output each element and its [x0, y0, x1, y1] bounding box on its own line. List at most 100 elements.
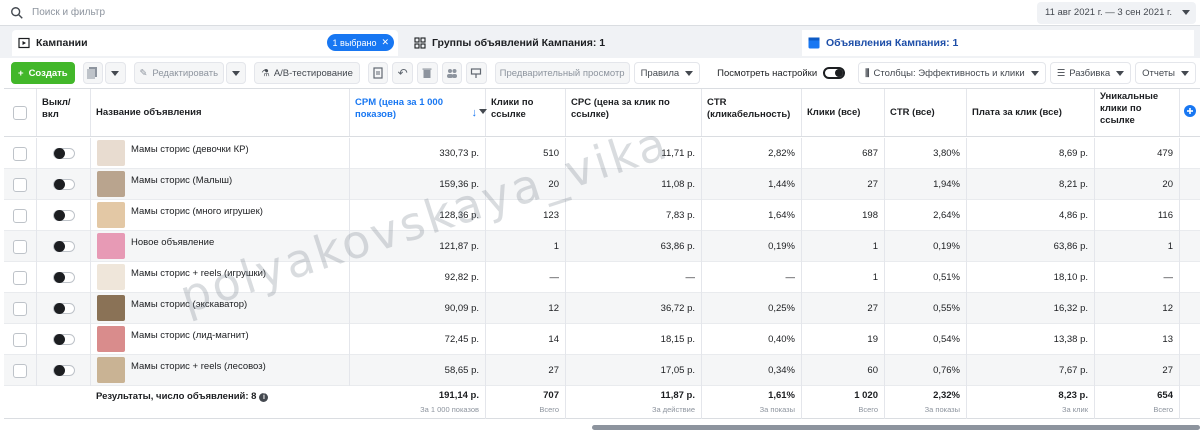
delete-button[interactable]	[416, 62, 438, 84]
columns-button[interactable]: ⫼ Столбцы: Эффективность и клики	[858, 62, 1046, 84]
close-icon[interactable]: ✕	[381, 37, 389, 48]
tab-campaigns[interactable]: Кампании 1 выбрано ✕	[12, 30, 398, 56]
edit-button-label: Редактировать	[152, 67, 219, 79]
row-checkbox[interactable]	[13, 270, 27, 285]
preview-button[interactable]: Предварительный просмотр	[494, 62, 630, 84]
ad-name-cell[interactable]: Новое объявление	[91, 231, 350, 262]
ad-status-toggle[interactable]	[52, 303, 75, 314]
header-unique-clicks[interactable]: Уникальные клики по ссылке	[1095, 89, 1180, 136]
header-ctr-all[interactable]: CTR (все)	[885, 89, 967, 136]
cell-cpc: 36,72 р.	[566, 293, 702, 324]
audience-button[interactable]	[441, 62, 463, 84]
ad-name-cell[interactable]: Мамы сторис (лид-магнит)	[91, 324, 350, 355]
cell-ctr-all: 0,54%	[885, 324, 967, 355]
tab-adsets[interactable]: Группы объявлений Кампания: 1	[404, 30, 796, 56]
date-range-picker[interactable]: 11 авг 2021 г. — 3 сен 2021 г.	[1037, 1, 1196, 24]
sort-desc-icon[interactable]: ↓	[472, 107, 478, 119]
row-checkbox[interactable]	[13, 208, 27, 223]
row-checkbox[interactable]	[13, 363, 27, 378]
rules-button[interactable]: Правила	[633, 62, 701, 84]
ad-name-cell[interactable]: Мамы сторис (много игрушек)	[91, 200, 350, 231]
ad-status-toggle[interactable]	[52, 210, 75, 221]
header-cost-per-click[interactable]: Плата за клик (все)	[967, 89, 1095, 136]
total-unique-clicks-value: 654	[1157, 390, 1173, 401]
cell-clicks-all: 687	[802, 138, 885, 169]
ad-status-toggle[interactable]	[52, 334, 75, 345]
header-clicks-all[interactable]: Клики (все)	[802, 89, 885, 136]
header-ctr[interactable]: CTR (кликабельность)	[702, 89, 802, 136]
row-checkbox[interactable]	[13, 332, 27, 347]
row-checkbox[interactable]	[13, 301, 27, 316]
ad-name[interactable]: Мамы сторис (много игрушек)	[131, 206, 263, 217]
header-toggle[interactable]: Выкл/ вкл	[37, 89, 91, 136]
horizontal-scrollbar[interactable]	[592, 425, 1200, 430]
ad-status-toggle[interactable]	[52, 365, 75, 376]
selected-badge[interactable]: 1 выбрано ✕	[326, 34, 394, 51]
ad-name-cell[interactable]: Мамы сторис (девочки КР)	[91, 138, 350, 169]
selected-badge-label: 1 выбрано	[332, 37, 377, 48]
reports-button[interactable]: Отчеты	[1135, 62, 1196, 84]
table-row[interactable]: Мамы сторис (много игрушек) 128,36 р. 123 7…	[4, 200, 1200, 231]
ad-name[interactable]: Мамы сторис (девочки КР)	[131, 144, 249, 155]
cell-link-clicks: 123	[486, 200, 566, 231]
search-field[interactable]	[6, 2, 1037, 24]
ad-status-toggle[interactable]	[52, 272, 75, 283]
tag-button[interactable]	[466, 62, 487, 84]
table-row[interactable]: Мамы сторис (Малыш) 159,36 р. 20 11,08 р. 1,…	[4, 169, 1200, 200]
info-icon[interactable]: i	[259, 393, 269, 402]
cell-ctr: 0,40%	[702, 324, 802, 355]
add-column-icon[interactable]	[1182, 103, 1198, 119]
row-checkbox[interactable]	[13, 239, 27, 254]
header-ctr-all-label: CTR (все)	[890, 107, 935, 118]
table-row[interactable]: Мамы сторис + reels (лесовоз) 58,65 р. 27 1…	[4, 355, 1200, 386]
undo-button[interactable]: ↶	[392, 62, 413, 84]
create-button[interactable]: + Создать	[11, 62, 75, 84]
ad-name-cell[interactable]: Мамы сторис (экскаватор)	[91, 293, 350, 324]
table-row[interactable]: Новое объявление 121,87 р. 1 63,86 р. 0,19% 1…	[4, 231, 1200, 262]
header-cpc[interactable]: CPC (цена за клик по ссылке)	[566, 89, 702, 136]
select-all-checkbox[interactable]	[13, 106, 27, 120]
ad-name[interactable]: Мамы сторис (Малыш)	[131, 175, 232, 186]
duplicate-button[interactable]	[82, 62, 104, 84]
ad-name[interactable]: Новое объявление	[131, 237, 214, 248]
ad-name[interactable]: Мамы сторис (экскаватор)	[131, 299, 247, 310]
ad-thumbnail	[97, 171, 125, 197]
table-row[interactable]: Мамы сторис (лид-магнит) 72,45 р. 14 18,15 …	[4, 324, 1200, 355]
header-cpm[interactable]: CPM (цена за 1 000 показов) ↓	[350, 89, 487, 136]
row-toggle-cell	[37, 138, 91, 169]
header-name[interactable]: Название объявления	[91, 89, 350, 136]
edit-button[interactable]: ✎ Редактировать	[133, 62, 224, 84]
ad-name[interactable]: Мамы сторис + reels (игрушки)	[131, 268, 266, 279]
header-link-clicks[interactable]: Клики по ссылке	[486, 89, 566, 136]
ad-name-cell[interactable]: Мамы сторис + reels (игрушки)	[91, 262, 350, 293]
breakdown-button[interactable]: ☰ Разбивка	[1049, 62, 1132, 84]
edit-dropdown[interactable]	[225, 62, 247, 84]
row-checkbox[interactable]	[13, 177, 27, 192]
ad-status-toggle[interactable]	[52, 148, 75, 159]
cell-cost-per-click: 8,69 р.	[967, 138, 1095, 169]
ad-name[interactable]: Мамы сторис + reels (лесовоз)	[131, 361, 266, 372]
ad-name-cell[interactable]: Мамы сторис + reels (лесовоз)	[91, 355, 350, 386]
duplicate-dropdown[interactable]	[105, 62, 126, 84]
archive-button[interactable]	[367, 62, 389, 84]
ad-status-toggle[interactable]	[52, 179, 75, 190]
cell-clicks-all: 1	[802, 262, 885, 293]
table-row[interactable]: Мамы сторис (девочки КР) 330,73 р. 510 11,7…	[4, 138, 1200, 169]
ad-name-cell[interactable]: Мамы сторис (Малыш)	[91, 169, 350, 200]
total-link-clicks-sub: Всего	[539, 405, 559, 414]
cell-ctr-all: 0,19%	[885, 231, 967, 262]
tab-ads[interactable]: Объявления Кампания: 1	[802, 30, 1194, 56]
table-row[interactable]: Мамы сторис + reels (игрушки) 92,82 р. — — —…	[4, 262, 1200, 293]
table-row[interactable]: Мамы сторис (экскаватор) 90,09 р. 12 36,72 …	[4, 293, 1200, 324]
row-checkbox[interactable]	[13, 146, 27, 161]
search-input[interactable]	[32, 7, 632, 18]
cell-clicks-all: 198	[802, 200, 885, 231]
ab-test-button[interactable]: ⚗ A/B-тестирование	[254, 62, 360, 84]
toggle-switch[interactable]	[823, 67, 846, 79]
view-settings-toggle[interactable]: Посмотреть настройки	[710, 62, 853, 84]
row-select-cell	[4, 324, 37, 355]
tab-campaigns-label: Кампании	[36, 37, 88, 49]
ad-name[interactable]: Мамы сторис (лид-магнит)	[131, 330, 249, 341]
ad-status-toggle[interactable]	[52, 241, 75, 252]
header-link-clicks-label: Клики по ссылке	[491, 97, 534, 120]
